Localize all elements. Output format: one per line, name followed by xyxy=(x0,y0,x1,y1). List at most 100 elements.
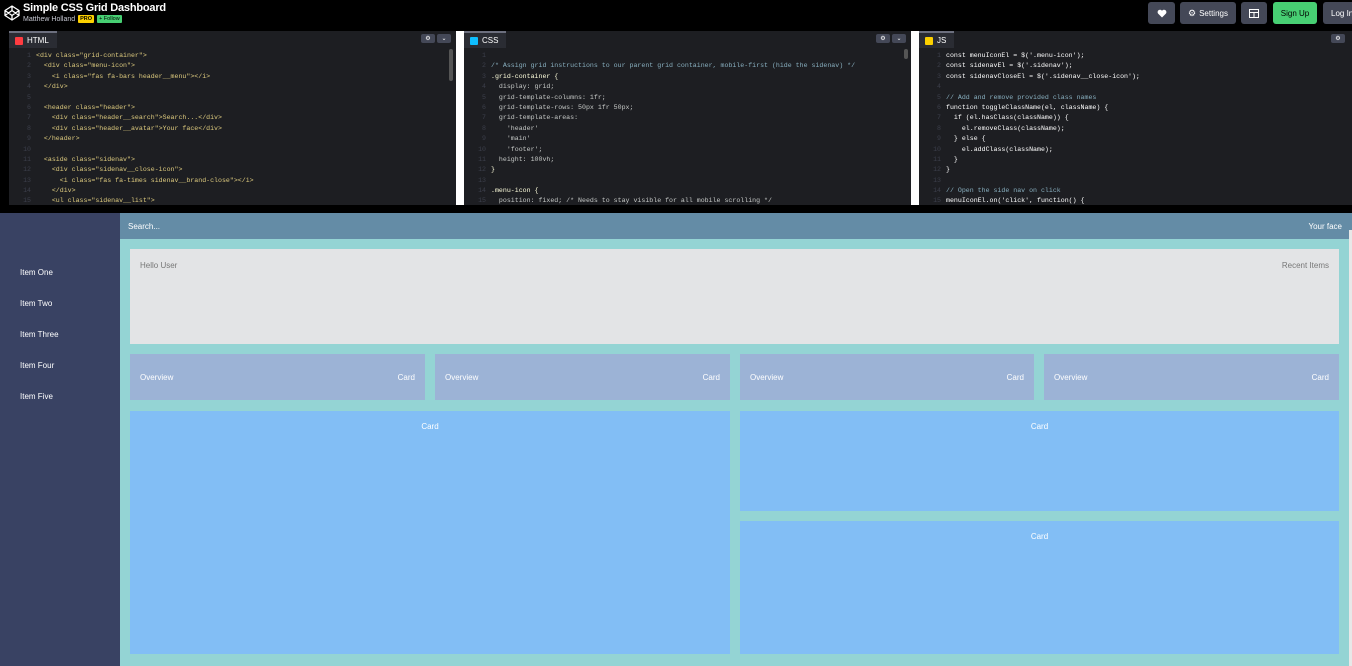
code-text: } xyxy=(946,166,950,174)
settings-button[interactable]: ⚙ Settings xyxy=(1180,2,1236,24)
editor-resize-handle[interactable] xyxy=(911,31,919,205)
code-line[interactable]: 13 xyxy=(464,176,911,186)
line-number: 8 xyxy=(27,124,31,132)
code-line[interactable]: 12 <div class="sidenav__close-icon"> xyxy=(9,165,456,175)
code-line[interactable]: 7 <div class="header__search">Search...<… xyxy=(9,113,456,123)
js-settings-icon[interactable]: ⚙ xyxy=(1331,34,1345,43)
code-line[interactable]: 8 <div class="header__avatar">Your face<… xyxy=(9,124,456,134)
follow-button[interactable]: + Follow xyxy=(97,15,122,23)
sidenav-item-two[interactable]: Item Two xyxy=(20,299,52,308)
code-line[interactable]: 15 position: fixed; /* Needs to stay vis… xyxy=(464,196,911,205)
css-chevron-down-icon[interactable]: ⌄ xyxy=(892,34,906,43)
code-line[interactable]: 7 grid-template-areas: xyxy=(464,113,911,123)
code-line[interactable]: 2 /* Assign grid instructions to our pare… xyxy=(464,61,911,71)
code-line[interactable]: 6 <header class="header"> xyxy=(9,103,456,113)
code-line[interactable]: 2 const sidenavEl = $('.sidenav'); xyxy=(919,61,1352,71)
code-text: // Add and remove provided class names xyxy=(946,93,1097,101)
html-scrollbar[interactable] xyxy=(449,49,453,81)
code-text: </div> xyxy=(36,83,68,91)
header-avatar[interactable]: Your face xyxy=(1308,222,1342,231)
code-line[interactable]: 13 <i class="fas fa-times sidenav__brand… xyxy=(9,176,456,186)
line-number: 10 xyxy=(478,145,486,153)
html-code[interactable]: 1 <div class="grid-container"> 2 <div clas… xyxy=(9,51,456,205)
editor-resize-handle[interactable] xyxy=(456,31,464,205)
code-line[interactable]: 8 'header' xyxy=(464,124,911,134)
code-line[interactable]: 10 xyxy=(9,145,456,155)
js-editor-header: JS ⚙ xyxy=(919,31,1352,48)
js-code[interactable]: 1 const menuIconEl = $('.menu-icon'); 2 con… xyxy=(919,51,1352,205)
code-line[interactable]: 12} xyxy=(464,165,911,175)
html-editor[interactable]: HTML ⚙ ⌄ 1 <div class="grid-container"> 2 … xyxy=(9,31,456,205)
code-line[interactable]: 11 } xyxy=(919,155,1352,165)
code-line[interactable]: 7 if (el.hasClass(className)) { xyxy=(919,113,1352,123)
code-line[interactable]: 11 height: 100vh; xyxy=(464,155,911,165)
code-line[interactable]: 9 </header> xyxy=(9,134,456,144)
code-line[interactable]: 9 'main' xyxy=(464,134,911,144)
overview-card-title: Overview xyxy=(750,373,784,382)
code-line[interactable]: 4 display: grid; xyxy=(464,82,911,92)
pen-title[interactable]: Simple CSS Grid Dashboard xyxy=(23,2,166,14)
code-text: <div class="grid-container"> xyxy=(36,52,147,59)
heart-button[interactable] xyxy=(1148,2,1175,24)
header-search[interactable]: Search... xyxy=(128,222,160,231)
js-tab[interactable]: JS xyxy=(919,31,955,48)
code-line[interactable]: 2 <div class="menu-icon"> xyxy=(9,61,456,71)
code-line[interactable]: 3 <i class="fas fa-bars header__menu"></… xyxy=(9,72,456,82)
html-settings-icon[interactable]: ⚙ xyxy=(421,34,435,43)
code-text: <div class="menu-icon"> xyxy=(36,62,135,70)
overview-card: Overview Card xyxy=(1044,354,1339,400)
code-line[interactable]: 1 <div class="grid-container"> xyxy=(9,51,456,61)
line-number: 15 xyxy=(478,197,486,205)
code-line[interactable]: 14 // Open the side nav on click xyxy=(919,186,1352,196)
code-line[interactable]: 9 } else { xyxy=(919,134,1352,144)
line-number: 11 xyxy=(933,155,941,163)
line-number: 1 xyxy=(937,52,941,59)
css-tab[interactable]: CSS xyxy=(464,31,507,48)
author-name[interactable]: Matthew Holland xyxy=(23,16,75,23)
main-overview: Hello User Recent Items xyxy=(130,249,1339,344)
code-line[interactable]: 12} xyxy=(919,165,1352,175)
change-view-button[interactable] xyxy=(1241,2,1267,24)
code-line[interactable]: 4 xyxy=(919,82,1352,92)
sidenav-item-four[interactable]: Item Four xyxy=(20,361,54,370)
code-text: <div class="header__search">Search...</d… xyxy=(36,114,222,122)
js-editor[interactable]: JS ⚙ 1 const menuIconEl = $('.menu-icon')… xyxy=(919,31,1352,205)
code-line[interactable]: 11 <aside class="sidenav"> xyxy=(9,155,456,165)
code-line[interactable]: 5 grid-template-columns: 1fr; xyxy=(464,93,911,103)
settings-label: Settings xyxy=(1199,8,1228,18)
html-chevron-down-icon[interactable]: ⌄ xyxy=(437,34,451,43)
css-editor[interactable]: CSS ⚙ ⌄ 1 2/* Assign grid instructions to… xyxy=(464,31,911,205)
line-number: 14 xyxy=(933,187,941,195)
code-text: .menu-icon { xyxy=(491,187,539,195)
code-line[interactable]: 1 xyxy=(464,51,911,61)
code-line[interactable]: 15 menuIconEl.on('click', function() { xyxy=(919,196,1352,205)
code-line[interactable]: 10 el.addClass(className); xyxy=(919,145,1352,155)
codepen-logo-icon[interactable] xyxy=(4,5,20,21)
code-line[interactable]: 3 const sidenavCloseEl = $('.sidenav__clo… xyxy=(919,72,1352,82)
css-code[interactable]: 1 2/* Assign grid instructions to our par… xyxy=(464,51,911,205)
code-text: <div class="sidenav__close-icon"> xyxy=(36,166,183,174)
code-line[interactable]: 15 <ul class="sidenav__list"> xyxy=(9,196,456,205)
code-line[interactable]: 6 function toggleClassName(el, className)… xyxy=(919,103,1352,113)
line-number: 8 xyxy=(482,124,486,132)
css-settings-icon[interactable]: ⚙ xyxy=(876,34,890,43)
sidenav-item-one[interactable]: Item One xyxy=(20,268,53,277)
code-line[interactable]: 8 el.removeClass(className); xyxy=(919,124,1352,134)
sidenav-item-three[interactable]: Item Three xyxy=(20,330,59,339)
css-scrollbar[interactable] xyxy=(904,49,908,59)
code-line[interactable]: 10 'footer'; xyxy=(464,145,911,155)
code-line[interactable]: 1 const menuIconEl = $('.menu-icon'); xyxy=(919,51,1352,61)
code-text: const sidenavCloseEl = $('.sidenav__clos… xyxy=(946,72,1140,80)
code-line[interactable]: 5 xyxy=(9,93,456,103)
sidenav-item-five[interactable]: Item Five xyxy=(20,392,53,401)
code-line[interactable]: 6 grid-template-rows: 50px 1fr 50px; xyxy=(464,103,911,113)
html-tab[interactable]: HTML xyxy=(9,31,57,48)
log-in-button[interactable]: Log In xyxy=(1323,2,1352,24)
code-line[interactable]: 14 .menu-icon { xyxy=(464,186,911,196)
code-line[interactable]: 4 </div> xyxy=(9,82,456,92)
code-line[interactable]: 14 </div> xyxy=(9,186,456,196)
code-line[interactable]: 13 xyxy=(919,176,1352,186)
code-line[interactable]: 5 // Add and remove provided class names xyxy=(919,93,1352,103)
code-line[interactable]: 3 .grid-container { xyxy=(464,72,911,82)
sign-up-button[interactable]: Sign Up xyxy=(1273,2,1317,24)
